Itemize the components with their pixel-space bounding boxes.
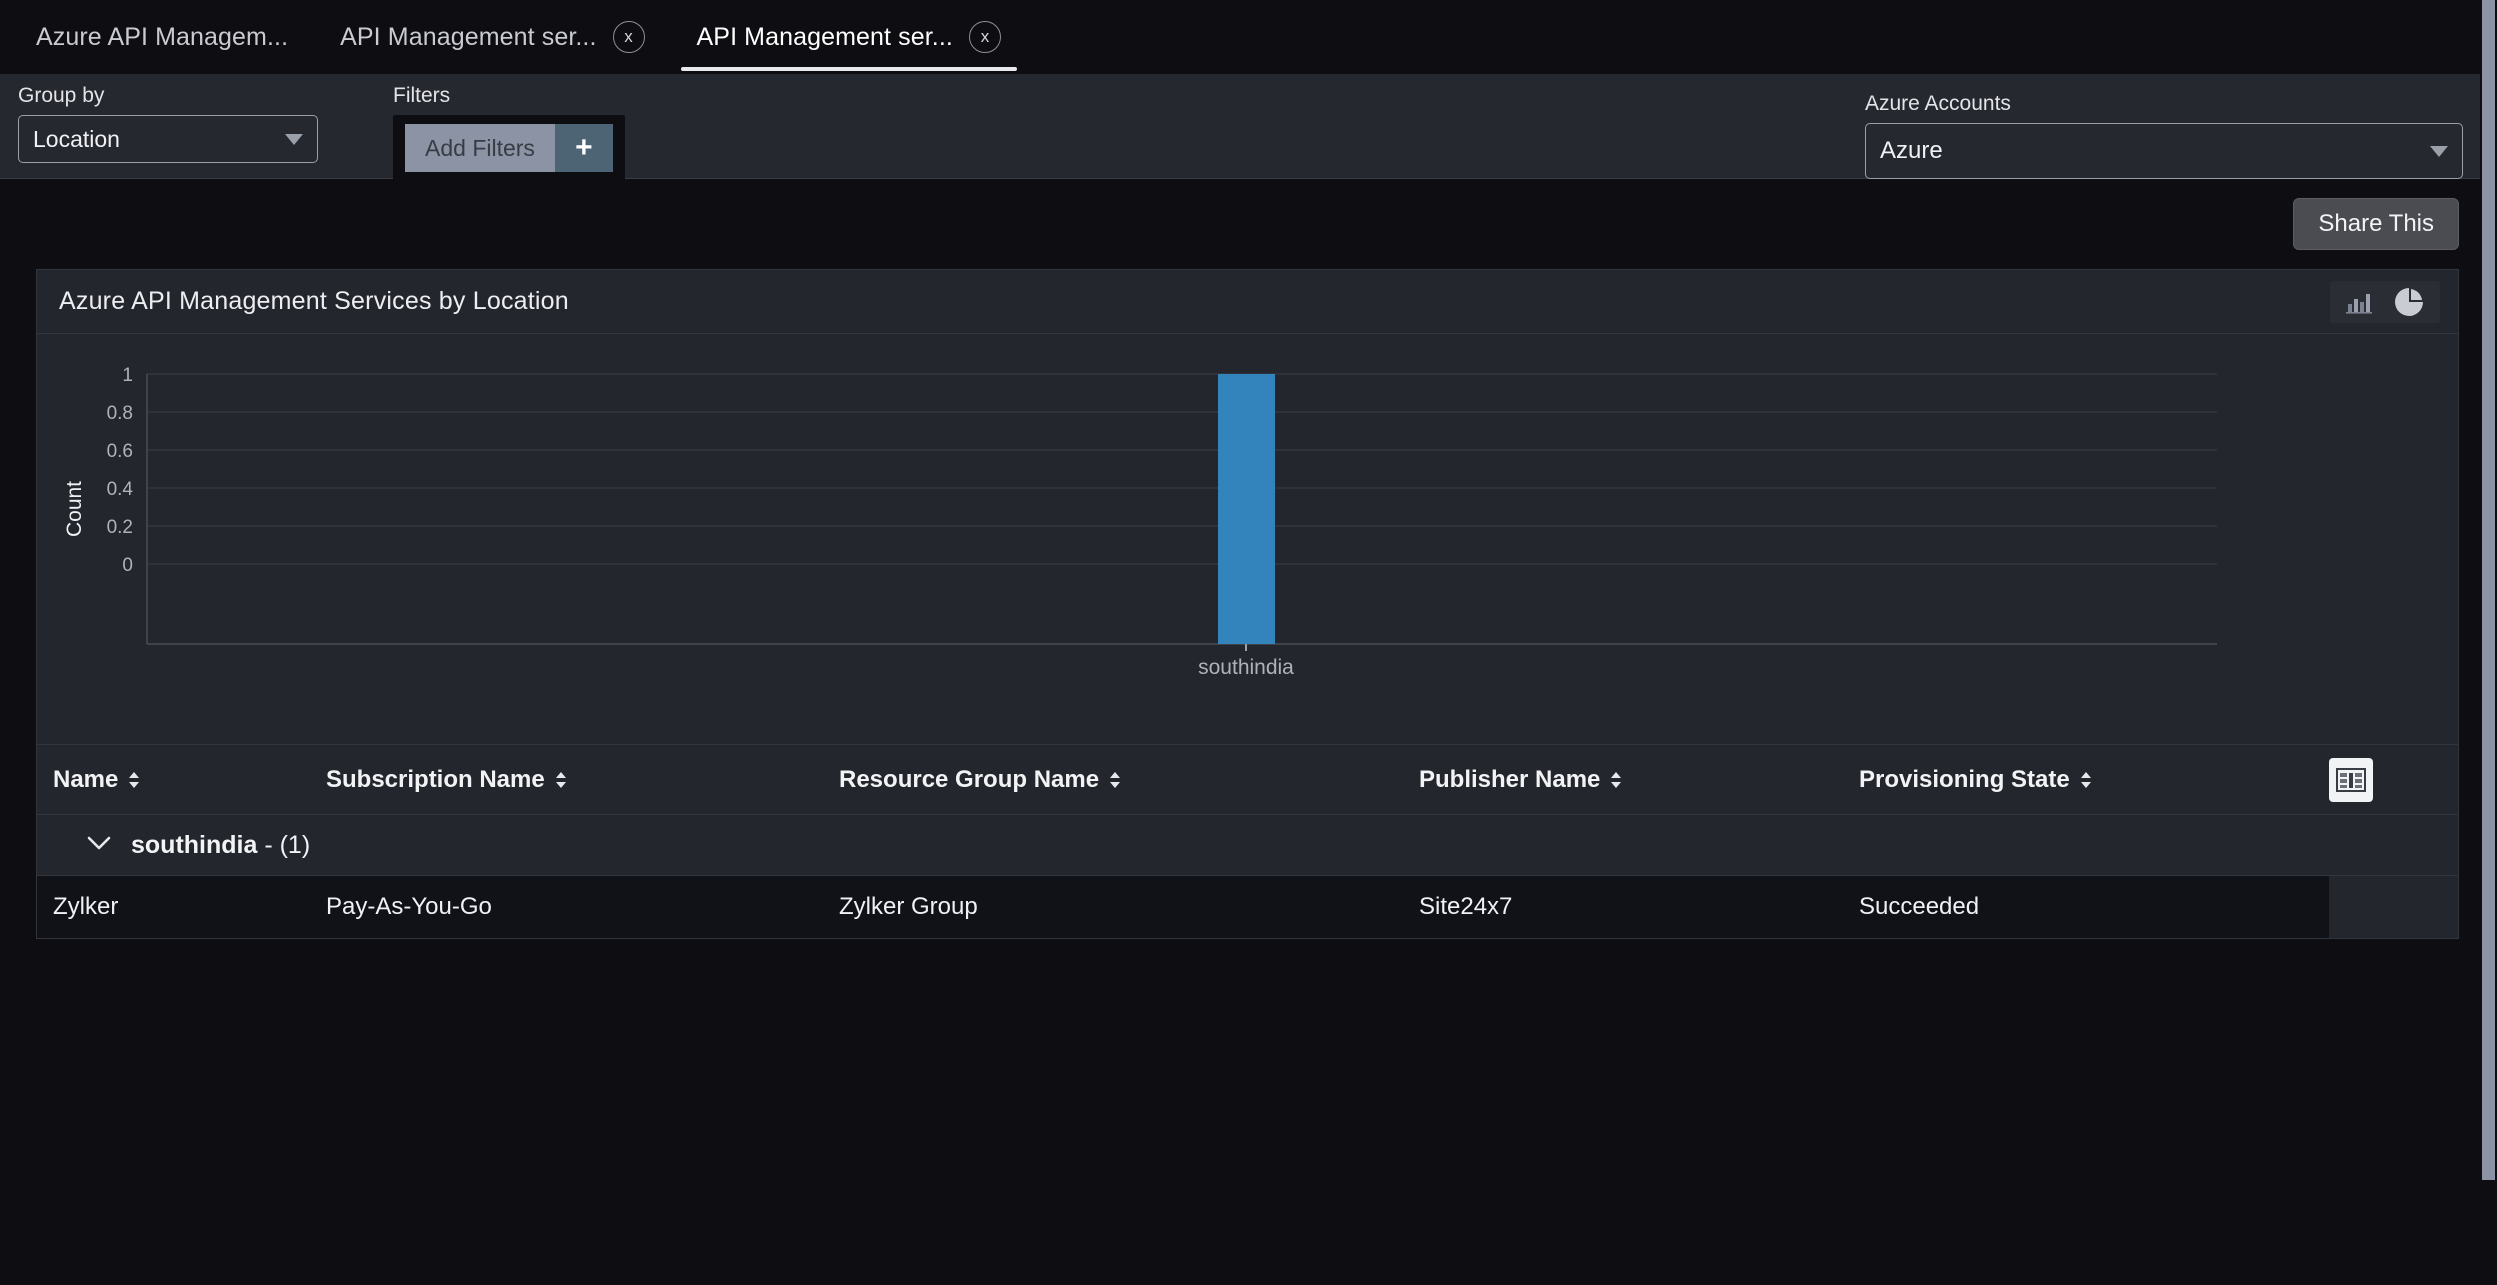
plus-icon[interactable]: + (555, 124, 613, 172)
sort-icon[interactable] (1109, 771, 1121, 789)
tab-azure-api-management[interactable]: Azure API Managem... (10, 0, 314, 74)
cell-provisioning-state: Succeeded (1859, 893, 2329, 921)
table-group-row-southindia[interactable]: southindia - (1) (37, 814, 2458, 876)
share-this-button[interactable]: Share This (2293, 198, 2459, 250)
sort-icon[interactable] (1610, 771, 1622, 789)
table-header-row: Name Subscription Name Resource Group Na… (37, 744, 2458, 814)
column-header-provisioning-state[interactable]: Provisioning State (1859, 766, 2329, 794)
group-by-label: Group by (18, 84, 318, 108)
tab-api-management-services-1[interactable]: API Management ser... x (314, 0, 670, 74)
cell-resource-group-name: Zylker Group (839, 893, 1419, 921)
column-header-label: Provisioning State (1859, 766, 2070, 794)
y-tick-label: 0.2 (107, 517, 133, 538)
scrollbar-thumb[interactable] (2482, 0, 2495, 1180)
cell-name: Zylker (53, 893, 326, 921)
chart-type-toggle (2330, 281, 2440, 323)
cell-subscription-name: Pay-As-You-Go (326, 893, 839, 921)
close-icon[interactable]: x (613, 21, 645, 53)
card-header: Azure API Management Services by Locatio… (37, 270, 2458, 334)
chevron-down-icon (2430, 146, 2448, 157)
y-axis-label: Count (63, 481, 86, 537)
filters-label: Filters (393, 84, 625, 108)
close-icon[interactable]: x (969, 21, 1001, 53)
filters-wrapper: Add Filters + (393, 115, 625, 181)
group-count: - (1) (257, 831, 310, 859)
vertical-scrollbar[interactable] (2480, 0, 2497, 1285)
column-header-label: Name (53, 766, 118, 794)
y-tick-label: 1 (122, 365, 133, 386)
pie-chart-icon[interactable] (2394, 287, 2424, 317)
group-name: southindia (131, 831, 257, 859)
cell-publisher-name: Site24x7 (1419, 893, 1859, 921)
y-tick-label: 0.4 (107, 479, 134, 500)
filters-control: Filters Add Filters + (318, 74, 625, 181)
column-header-label: Publisher Name (1419, 766, 1600, 794)
share-row: Share This (0, 179, 2497, 269)
chevron-down-icon (285, 134, 303, 145)
column-header-publisher-name[interactable]: Publisher Name (1419, 766, 1859, 794)
sort-icon[interactable] (555, 771, 567, 789)
report-card: Azure API Management Services by Locatio… (36, 269, 2459, 939)
tab-label: Azure API Managem... (36, 23, 288, 52)
sort-icon[interactable] (2080, 771, 2092, 789)
column-header-label: Subscription Name (326, 766, 545, 794)
table-row[interactable]: Zylker Pay-As-You-Go Zylker Group Site24… (37, 876, 2458, 938)
chevron-down-icon[interactable] (87, 835, 111, 856)
sort-icon[interactable] (128, 771, 140, 789)
group-by-control: Group by Location (0, 74, 318, 163)
azure-accounts-control: Azure Accounts Azure (1865, 92, 2463, 179)
control-bar: Group by Location Filters Add Filters + … (0, 74, 2497, 179)
bar-southindia[interactable] (1218, 374, 1275, 644)
azure-accounts-value: Azure (1880, 137, 2430, 165)
bar-chart: 1 0.8 0.6 0.4 0.2 0 Count southindia (37, 334, 2458, 744)
tab-bar: Azure API Managem... API Management ser.… (0, 0, 2497, 74)
tab-api-management-services-2[interactable]: API Management ser... x (671, 0, 1027, 74)
azure-accounts-label: Azure Accounts (1865, 92, 2463, 116)
row-tail (2329, 876, 2458, 938)
tab-label: API Management ser... (340, 23, 596, 52)
y-tick-label: 0.6 (107, 441, 133, 462)
page-title: Azure API Management Services by Locatio… (59, 287, 2330, 316)
y-tick-label: 0 (122, 555, 133, 576)
column-header-name[interactable]: Name (53, 766, 326, 794)
chart-svg: 1 0.8 0.6 0.4 0.2 0 Count southindia (37, 334, 2456, 744)
y-tick-label: 0.8 (107, 403, 133, 424)
column-header-label: Resource Group Name (839, 766, 1099, 794)
bar-chart-icon[interactable] (2346, 290, 2372, 314)
tab-label: API Management ser... (697, 23, 953, 52)
table-columns-icon[interactable] (2329, 758, 2373, 802)
add-filters-button[interactable]: Add Filters (405, 124, 555, 172)
x-tick-label: southindia (1198, 656, 1294, 679)
column-header-resource-group-name[interactable]: Resource Group Name (839, 766, 1419, 794)
azure-accounts-select[interactable]: Azure (1865, 123, 2463, 179)
column-header-subscription-name[interactable]: Subscription Name (326, 766, 839, 794)
group-by-select[interactable]: Location (18, 115, 318, 163)
group-by-value: Location (33, 126, 285, 153)
table-group-label: southindia - (1) (131, 831, 310, 860)
